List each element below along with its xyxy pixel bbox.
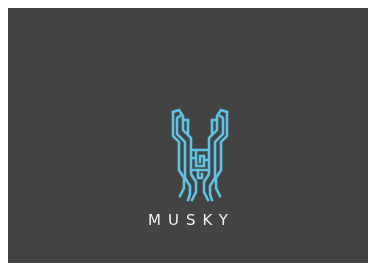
stag-antler-monogram-icon [171, 108, 229, 202]
logo-canvas: MUSKY [8, 8, 368, 263]
brand-wordmark: MUSKY [148, 211, 235, 229]
